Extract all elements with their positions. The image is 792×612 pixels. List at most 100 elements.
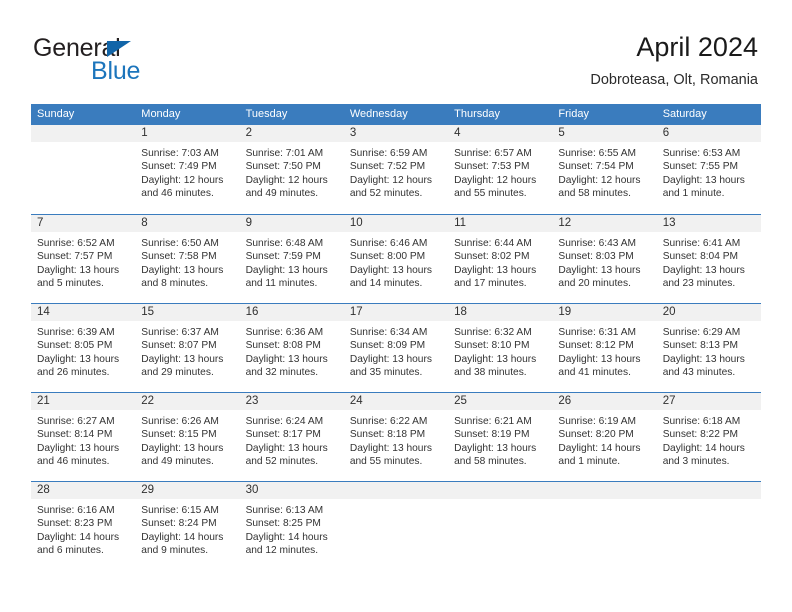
day-details: Sunrise: 6:22 AM Sunset: 8:18 PM Dayligh… [344,410,448,469]
day-number [343,482,449,499]
day-cell[interactable]: 10 Sunrise: 6:46 AM Sunset: 8:00 PM Dayl… [343,215,449,303]
location-subtitle: Dobroteasa, Olt, Romania [590,72,758,88]
daylight-text-line2: and 58 minutes. [558,188,631,200]
daylight-text-line1: Daylight: 13 hours [37,442,120,454]
day-cell[interactable]: 6 Sunrise: 6:53 AM Sunset: 7:55 PM Dayli… [656,125,761,214]
day-cell[interactable]: 1 Sunrise: 7:03 AM Sunset: 7:49 PM Dayli… [135,125,240,214]
daylight-text-line2: and 11 minutes. [245,278,318,290]
daylight-text-line2: and 49 minutes. [141,456,214,468]
daylight-text-line1: Daylight: 13 hours [558,264,641,276]
daylight-text-line1: Daylight: 13 hours [245,353,328,365]
day-cell[interactable]: 29 Sunrise: 6:15 AM Sunset: 8:24 PM Dayl… [135,482,240,570]
day-cell[interactable]: 8 Sunrise: 6:50 AM Sunset: 7:58 PM Dayli… [135,215,240,303]
sunset-text: Sunset: 7:59 PM [245,251,321,263]
daylight-text-line2: and 55 minutes. [349,456,423,468]
day-cell[interactable]: 30 Sunrise: 6:13 AM Sunset: 8:25 PM Dayl… [239,482,344,570]
daylight-text-line2: and 14 minutes. [349,278,423,290]
day-cell[interactable] [552,482,657,570]
sunset-text: Sunset: 8:13 PM [662,340,739,352]
daylight-text-line1: Daylight: 14 hours [141,531,224,543]
general-blue-logo[interactable]: General Blue [33,34,263,86]
day-number: 21 [31,393,136,410]
day-cell[interactable] [343,482,449,570]
sunset-text: Sunset: 7:58 PM [141,251,217,263]
sunset-text: Sunset: 8:02 PM [454,251,530,263]
daylight-text-line1: Daylight: 13 hours [245,442,328,454]
day-details: Sunrise: 6:41 AM Sunset: 8:04 PM Dayligh… [657,232,761,291]
calendar-week-row: 14 Sunrise: 6:39 AM Sunset: 8:05 PM Dayl… [31,303,761,392]
logo-text-blue: Blue [91,57,141,85]
day-cell[interactable]: 3 Sunrise: 6:59 AM Sunset: 7:52 PM Dayli… [343,125,449,214]
daylight-text-line1: Daylight: 13 hours [349,264,432,276]
sunrise-text: Sunrise: 6:29 AM [662,327,741,338]
day-cell[interactable]: 4 Sunrise: 6:57 AM Sunset: 7:53 PM Dayli… [448,125,553,214]
day-cell[interactable]: 24 Sunrise: 6:22 AM Sunset: 8:18 PM Dayl… [343,393,449,481]
daylight-text-line1: Daylight: 13 hours [454,442,537,454]
daylight-text-line1: Daylight: 13 hours [558,353,641,365]
day-details: Sunrise: 7:01 AM Sunset: 7:50 PM Dayligh… [240,142,344,201]
day-cell[interactable]: 28 Sunrise: 6:16 AM Sunset: 8:23 PM Dayl… [31,482,136,570]
sunrise-text: Sunrise: 6:16 AM [37,505,115,516]
day-number: 3 [343,125,449,142]
day-cell[interactable]: 17 Sunrise: 6:34 AM Sunset: 8:09 PM Dayl… [343,304,449,392]
sunrise-text: Sunrise: 6:18 AM [662,416,741,427]
day-header-thursday: Thursday [454,108,500,120]
daylight-text-line1: Daylight: 13 hours [662,174,745,186]
day-cell[interactable] [448,482,553,570]
sunset-text: Sunset: 8:08 PM [245,340,321,352]
day-cell[interactable]: 21 Sunrise: 6:27 AM Sunset: 8:14 PM Dayl… [31,393,136,481]
day-cell[interactable]: 9 Sunrise: 6:48 AM Sunset: 7:59 PM Dayli… [239,215,344,303]
day-cell[interactable] [31,125,136,214]
day-number: 27 [656,393,761,410]
daylight-text-line2: and 52 minutes. [245,456,319,468]
sunrise-text: Sunrise: 6:22 AM [349,416,428,427]
day-cell[interactable]: 7 Sunrise: 6:52 AM Sunset: 7:57 PM Dayli… [31,215,136,303]
day-details: Sunrise: 6:43 AM Sunset: 8:03 PM Dayligh… [552,232,656,291]
sunrise-text: Sunrise: 6:46 AM [349,238,428,249]
day-cell[interactable]: 2 Sunrise: 7:01 AM Sunset: 7:50 PM Dayli… [239,125,344,214]
day-cell[interactable]: 20 Sunrise: 6:29 AM Sunset: 8:13 PM Dayl… [656,304,761,392]
sunrise-text: Sunrise: 6:52 AM [37,238,115,249]
day-cell[interactable]: 11 Sunrise: 6:44 AM Sunset: 8:02 PM Dayl… [448,215,553,303]
sunrise-text: Sunrise: 7:01 AM [245,148,324,159]
day-cell[interactable]: 15 Sunrise: 6:37 AM Sunset: 8:07 PM Dayl… [135,304,240,392]
day-number [552,482,657,499]
day-number: 22 [135,393,240,410]
sunset-text: Sunset: 8:25 PM [245,518,321,530]
daylight-text-line1: Daylight: 13 hours [662,353,745,365]
daylight-text-line2: and 3 minutes. [662,456,730,468]
sunrise-text: Sunrise: 6:34 AM [349,327,428,338]
day-number: 13 [656,215,761,232]
day-cell[interactable]: 13 Sunrise: 6:41 AM Sunset: 8:04 PM Dayl… [656,215,761,303]
day-header-friday: Friday [558,108,589,120]
daylight-text-line1: Daylight: 12 hours [558,174,641,186]
day-cell[interactable]: 5 Sunrise: 6:55 AM Sunset: 7:54 PM Dayli… [552,125,657,214]
day-cell[interactable]: 19 Sunrise: 6:31 AM Sunset: 8:12 PM Dayl… [552,304,657,392]
day-cell[interactable]: 25 Sunrise: 6:21 AM Sunset: 8:19 PM Dayl… [448,393,553,481]
day-cell[interactable]: 12 Sunrise: 6:43 AM Sunset: 8:03 PM Dayl… [552,215,657,303]
daylight-text-line2: and 1 minute. [558,456,621,468]
day-number: 15 [135,304,240,321]
day-cell[interactable]: 14 Sunrise: 6:39 AM Sunset: 8:05 PM Dayl… [31,304,136,392]
day-cell[interactable]: 27 Sunrise: 6:18 AM Sunset: 8:22 PM Dayl… [656,393,761,481]
sunrise-text: Sunrise: 6:13 AM [245,505,324,516]
calendar-week-row: 1 Sunrise: 7:03 AM Sunset: 7:49 PM Dayli… [31,125,761,214]
day-details: Sunrise: 6:19 AM Sunset: 8:20 PM Dayligh… [552,410,656,469]
day-cell[interactable]: 22 Sunrise: 6:26 AM Sunset: 8:15 PM Dayl… [135,393,240,481]
sunset-text: Sunset: 8:19 PM [454,429,530,441]
day-cell[interactable]: 23 Sunrise: 6:24 AM Sunset: 8:17 PM Dayl… [239,393,344,481]
sunset-text: Sunset: 8:18 PM [349,429,426,441]
day-cell[interactable]: 26 Sunrise: 6:19 AM Sunset: 8:20 PM Dayl… [552,393,657,481]
daylight-text-line1: Daylight: 14 hours [558,442,641,454]
day-cell[interactable]: 16 Sunrise: 6:36 AM Sunset: 8:08 PM Dayl… [239,304,344,392]
day-cell[interactable]: 18 Sunrise: 6:32 AM Sunset: 8:10 PM Dayl… [448,304,553,392]
sunrise-text: Sunrise: 6:37 AM [141,327,219,338]
daylight-text-line1: Daylight: 14 hours [245,531,328,543]
day-details: Sunrise: 6:15 AM Sunset: 8:24 PM Dayligh… [135,499,239,558]
day-details: Sunrise: 6:53 AM Sunset: 7:55 PM Dayligh… [657,142,761,201]
sunrise-text: Sunrise: 6:43 AM [558,238,636,249]
daylight-text-line2: and 41 minutes. [558,367,631,379]
daylight-text-line1: Daylight: 14 hours [37,531,120,543]
sunrise-text: Sunrise: 7:03 AM [141,148,219,159]
day-cell[interactable] [656,482,761,570]
